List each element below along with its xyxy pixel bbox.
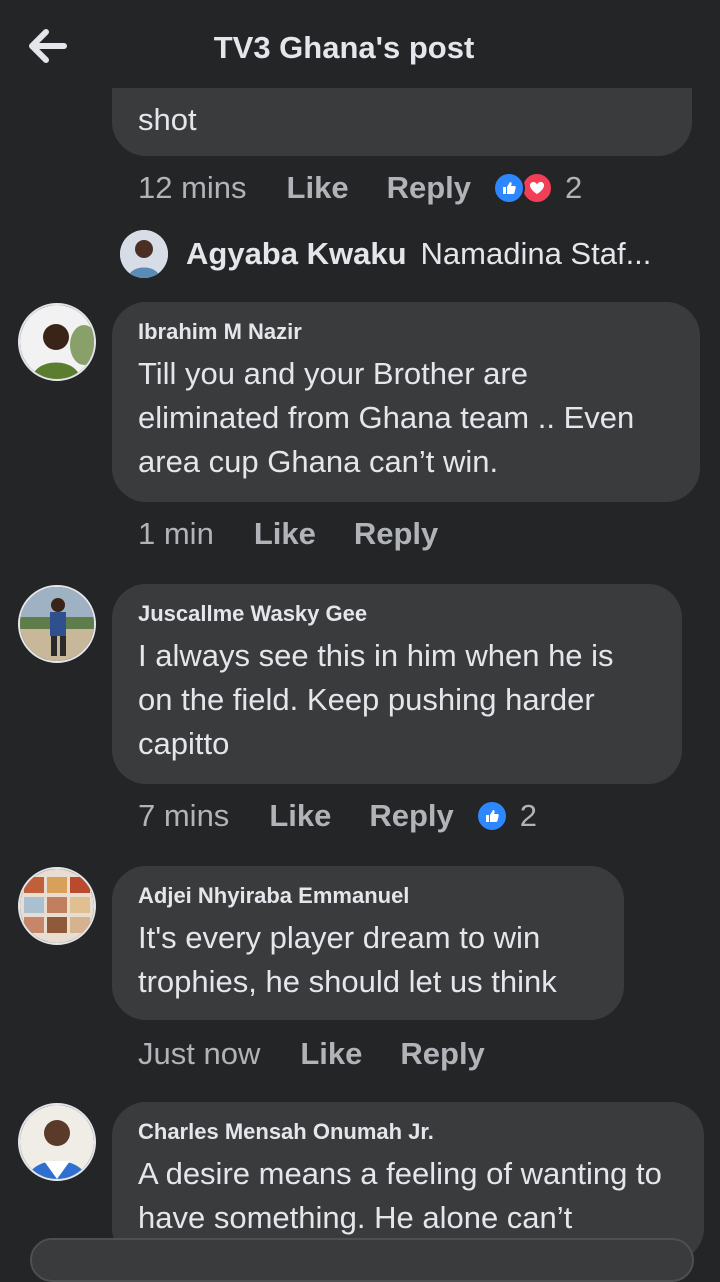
like-button[interactable]: Like [254, 516, 316, 552]
reply-preview-text: Namadina Staf... [420, 236, 652, 271]
love-reaction-icon [521, 172, 553, 204]
avatar [120, 230, 168, 278]
collage-avatar-image [20, 869, 94, 943]
like-reaction-icon [493, 172, 525, 204]
comment-bubble-previous: shot [112, 88, 692, 156]
reply-preview[interactable]: Agyaba Kwaku Namadina Staf... [120, 228, 651, 280]
comment-text: I always see this in him when he is on t… [138, 638, 614, 761]
comment-time: 12 mins [138, 170, 247, 205]
comment-time: Just now [138, 1036, 261, 1071]
comment-text: It's every player dream to win trophies,… [138, 920, 557, 999]
top-bar: TV3 Ghana's post [0, 0, 720, 100]
comment-text: A desire means a feeling of wanting to h… [138, 1156, 662, 1235]
avatar[interactable] [18, 585, 96, 663]
reaction-icons[interactable] [475, 800, 508, 832]
reply-button[interactable]: Reply [354, 516, 438, 552]
comment-bubble: Juscallme Wasky Gee I always see this in… [112, 584, 682, 784]
comment-meta-previous: 12 mins Like Reply 2 [138, 170, 582, 206]
comment-time: 1 min [138, 516, 214, 551]
reaction-count: 2 [565, 170, 583, 205]
comment-bubble: Adjei Nhyiraba Emmanuel It's every playe… [112, 866, 624, 1020]
comment-author-name[interactable]: Charles Mensah Onumah Jr. [138, 1118, 678, 1146]
reply-button[interactable]: Reply [387, 170, 471, 206]
person-avatar-image [20, 1105, 94, 1179]
like-reaction-icon [475, 800, 508, 832]
comment-meta: 7 mins Like Reply 2 [138, 798, 537, 834]
comment-author-name[interactable]: Ibrahim M Nazir [138, 318, 674, 346]
like-button[interactable]: Like [300, 1036, 362, 1072]
avatar[interactable] [18, 303, 96, 381]
comment-meta: Just now Like Reply [138, 1036, 523, 1072]
comment-text: Till you and your Brother are eliminated… [138, 356, 635, 479]
like-button[interactable]: Like [269, 798, 331, 834]
like-button[interactable]: Like [287, 170, 349, 206]
comment-meta: 1 min Like Reply [138, 516, 476, 552]
comment-time: 7 mins [138, 798, 230, 833]
person-avatar-image [120, 230, 168, 278]
person-avatar-image [20, 587, 94, 661]
avatar[interactable] [18, 1103, 96, 1181]
comment-composer[interactable] [30, 1238, 694, 1282]
reply-button[interactable]: Reply [369, 798, 453, 834]
comment-bubble: Ibrahim M Nazir Till you and your Brothe… [112, 302, 700, 502]
comment-text: shot [138, 102, 197, 137]
page-title: TV3 Ghana's post [213, 30, 475, 65]
reply-author-name[interactable]: Agyaba Kwaku [186, 236, 407, 272]
avatar[interactable] [18, 867, 96, 945]
comment-author-name[interactable]: Juscallme Wasky Gee [138, 600, 656, 628]
reaction-count: 2 [519, 798, 538, 833]
person-avatar-image [20, 305, 94, 379]
reply-button[interactable]: Reply [400, 1036, 484, 1072]
reaction-icons[interactable] [493, 172, 553, 204]
comment-author-name[interactable]: Adjei Nhyiraba Emmanuel [138, 882, 598, 910]
